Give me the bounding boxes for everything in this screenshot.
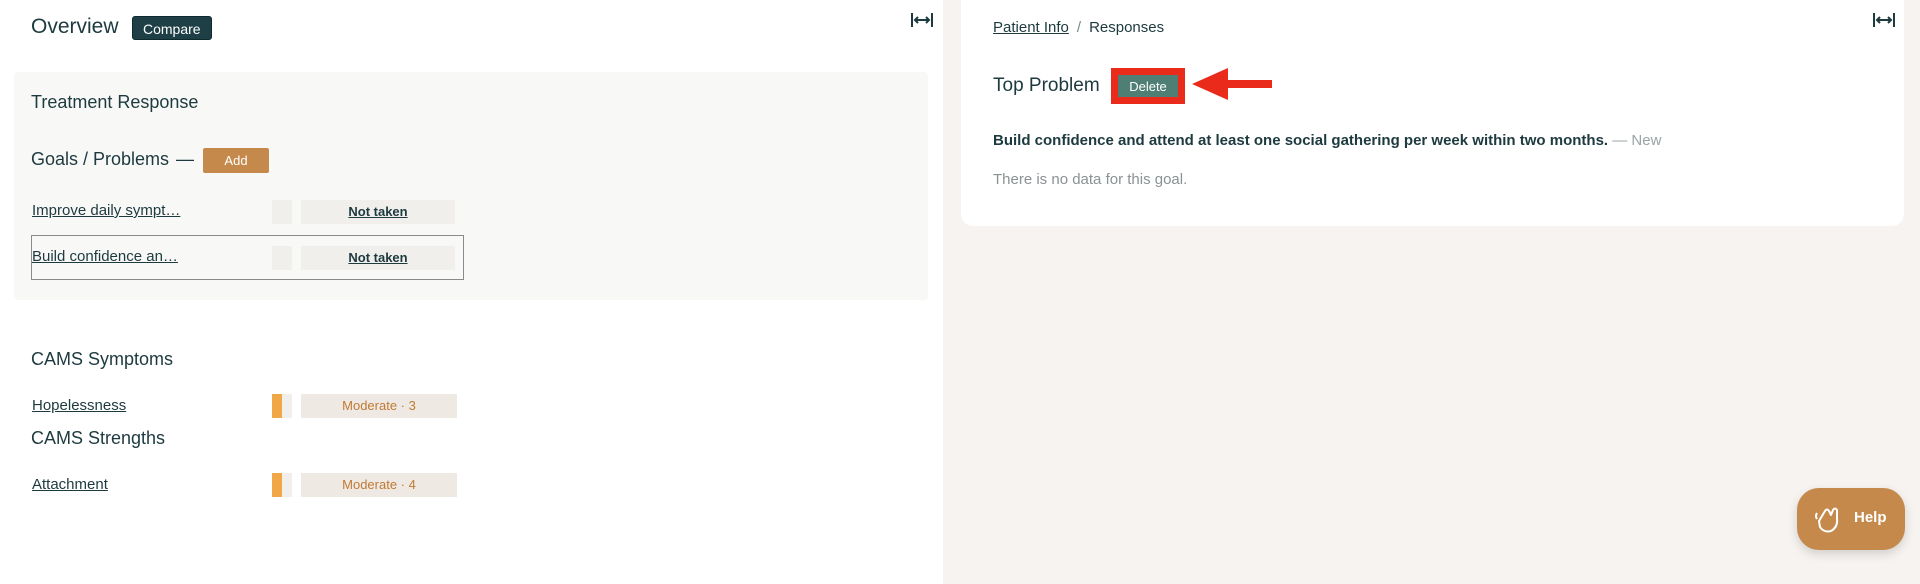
expand-horizontal-icon[interactable] <box>910 10 934 30</box>
symptom-severity-track <box>282 394 292 418</box>
delete-button[interactable]: Delete <box>1118 75 1178 97</box>
strength-score: Moderate · 4 <box>301 473 457 497</box>
overview-title: Overview <box>31 15 119 38</box>
breadcrumb: Patient Info / Responses <box>993 19 1164 36</box>
goals-problems-title: Goals / Problems <box>31 149 170 169</box>
strength-severity-bar <box>272 473 282 497</box>
goal-2-status-link[interactable]: Not taken <box>348 250 407 265</box>
arrow-left-icon <box>1192 68 1272 100</box>
breadcrumb-current: Responses <box>1089 19 1165 36</box>
help-button[interactable]: Help <box>1797 488 1905 550</box>
goal-description: Build confidence and attend at least one… <box>993 132 1661 149</box>
goal-1-indicator <box>272 200 292 224</box>
goal-2-indicator <box>272 246 292 270</box>
compare-button[interactable]: Compare <box>132 16 212 40</box>
add-goal-button[interactable]: Add <box>203 148 269 173</box>
empty-state-text: There is no data for this goal. <box>993 171 1188 188</box>
goal-status: — New <box>1608 132 1662 149</box>
strength-severity-track <box>282 473 292 497</box>
symptom-link-hopelessness[interactable]: Hopelessness <box>32 397 126 414</box>
goal-1-status: Not taken <box>301 200 455 224</box>
help-label: Help <box>1854 509 1887 526</box>
top-problem-title: Top Problem <box>993 75 1100 96</box>
expand-horizontal-icon[interactable] <box>1872 10 1896 30</box>
symptom-severity-bar <box>272 394 282 418</box>
wave-hand-icon <box>1813 505 1843 537</box>
breadcrumb-separator: / <box>1076 19 1082 36</box>
goal-2-status: Not taken <box>301 246 455 270</box>
cams-strengths-title: CAMS Strengths <box>31 428 166 448</box>
cams-symptoms-title: CAMS Symptoms <box>31 349 174 369</box>
goal-link-2[interactable]: Build confidence an… <box>32 248 178 265</box>
goals-dash: — <box>176 149 194 169</box>
goal-link-1[interactable]: Improve daily sympt… <box>32 202 180 219</box>
strength-link-attachment[interactable]: Attachment <box>32 476 108 493</box>
treatment-response-title: Treatment Response <box>31 92 199 112</box>
goal-1-status-link[interactable]: Not taken <box>348 204 407 219</box>
symptom-score: Moderate · 3 <box>301 394 457 418</box>
breadcrumb-patient-info[interactable]: Patient Info <box>993 19 1069 36</box>
goal-text: Build confidence and attend at least one… <box>993 132 1609 149</box>
